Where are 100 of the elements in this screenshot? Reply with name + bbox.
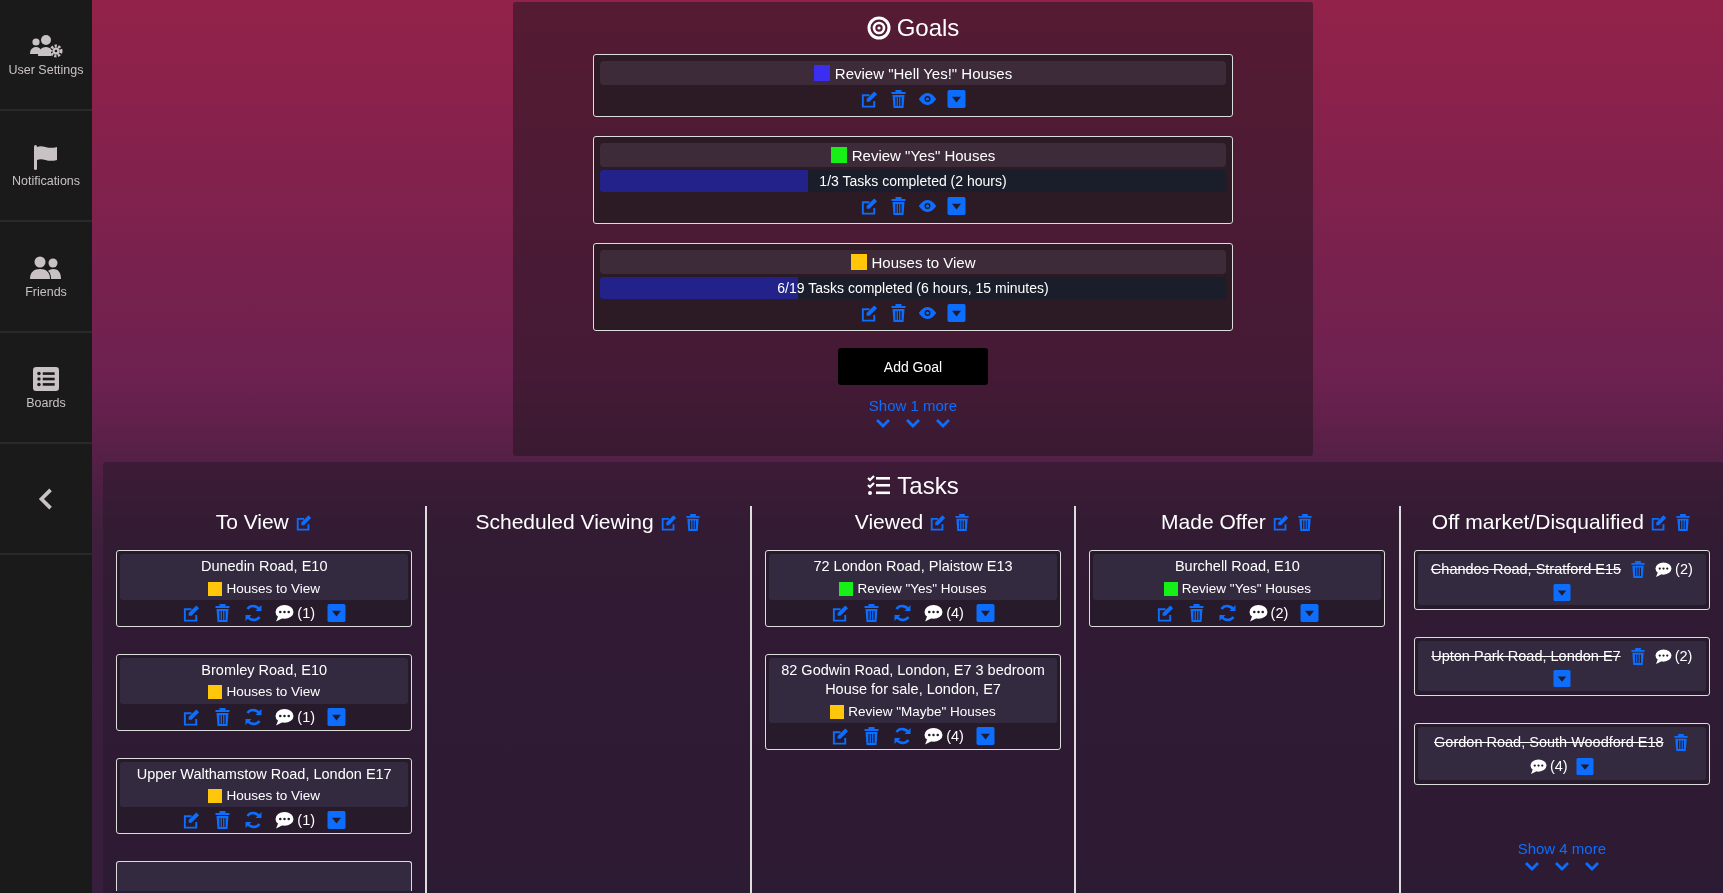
sidebar-item[interactable]: Friends xyxy=(0,222,92,333)
edit-icon[interactable] xyxy=(831,727,851,746)
dropdown-icon[interactable] xyxy=(975,727,995,746)
edit-icon[interactable] xyxy=(1155,603,1175,622)
chevron-down-icon[interactable] xyxy=(1583,861,1600,872)
comment-icon[interactable] xyxy=(1529,758,1547,774)
comment-icon[interactable] xyxy=(1654,648,1672,664)
edit-icon[interactable] xyxy=(860,197,879,215)
comment-count: (1) xyxy=(297,604,316,621)
delete-icon[interactable] xyxy=(1671,734,1690,752)
task-title: 82 Godwin Road, London, E7 3 bedroom House for sale, London, E7 xyxy=(780,660,1046,700)
comment-icon[interactable] xyxy=(1655,562,1673,578)
goal-title: Houses to View xyxy=(600,250,1226,274)
chevron-down-icon[interactable] xyxy=(905,418,921,428)
comment-count: (4) xyxy=(946,728,964,745)
checklist-icon xyxy=(867,474,892,498)
delete-icon[interactable] xyxy=(1673,513,1692,531)
delete-icon[interactable] xyxy=(862,603,882,622)
comment-count: (1) xyxy=(297,708,316,725)
goal-label: Houses to View xyxy=(226,787,320,806)
delete-icon[interactable] xyxy=(1295,513,1314,531)
goal-title: Review "Yes" Houses xyxy=(600,143,1226,167)
delete-icon[interactable] xyxy=(862,727,882,746)
delete-icon[interactable] xyxy=(953,513,972,531)
chevron-down-icon[interactable] xyxy=(1523,861,1540,872)
dropdown-icon[interactable] xyxy=(327,811,347,830)
goals-title: Goals xyxy=(896,14,960,42)
chevron-down-icon[interactable] xyxy=(935,418,951,428)
edit-icon[interactable] xyxy=(659,513,678,531)
sidebar-item[interactable]: Notifications xyxy=(0,111,92,222)
dropdown-icon[interactable] xyxy=(1552,670,1571,688)
delete-icon[interactable] xyxy=(889,90,908,108)
dropdown-icon[interactable] xyxy=(1552,583,1571,601)
delete-icon[interactable] xyxy=(1629,561,1648,579)
goal-label: Houses to View xyxy=(226,683,320,702)
task-title: 72 London Road, Plaistow E13 xyxy=(813,557,1013,576)
dropdown-icon[interactable] xyxy=(947,304,966,322)
goal-label: Houses to View xyxy=(226,579,320,598)
column-title: Made Offer xyxy=(1161,510,1266,534)
edit-icon[interactable] xyxy=(929,513,948,531)
dropdown-icon[interactable] xyxy=(975,603,995,622)
edit-icon[interactable] xyxy=(182,811,202,830)
refresh-icon[interactable] xyxy=(893,727,913,746)
edit-icon[interactable] xyxy=(182,707,202,726)
column-title: Scheduled Viewing xyxy=(475,510,654,534)
task-title: Upper Walthamstow Road, London E17 xyxy=(136,764,392,784)
tasks-title: Tasks xyxy=(897,472,959,500)
edit-icon[interactable] xyxy=(860,90,879,108)
column-title: Off market/Disqualified xyxy=(1431,510,1644,534)
goal-label: Review "Yes" Houses xyxy=(1181,579,1311,598)
sidebar-item[interactable]: Boards xyxy=(0,333,92,444)
progress-text: 6/19 Tasks completed (6 hours, 15 minutes) xyxy=(777,280,1049,296)
eye-icon[interactable] xyxy=(918,90,937,108)
dropdown-icon[interactable] xyxy=(947,197,966,215)
refresh-icon[interactable] xyxy=(244,603,264,622)
comment-count: (4) xyxy=(1549,756,1568,776)
task-title: Bromley Road, E10 xyxy=(201,660,328,680)
edit-icon[interactable] xyxy=(1271,513,1290,531)
delete-icon[interactable] xyxy=(889,304,908,322)
eye-icon[interactable] xyxy=(918,304,937,322)
refresh-icon[interactable] xyxy=(893,603,913,622)
refresh-icon[interactable] xyxy=(244,707,264,726)
delete-icon[interactable] xyxy=(213,707,233,726)
chevron-down-icon[interactable] xyxy=(1553,861,1570,872)
dropdown-icon[interactable] xyxy=(947,90,966,108)
comment-icon[interactable] xyxy=(1248,603,1268,622)
edit-icon[interactable] xyxy=(294,513,313,531)
delete-icon[interactable] xyxy=(1628,647,1647,665)
delete-icon[interactable] xyxy=(213,811,233,830)
comment-icon[interactable] xyxy=(275,603,295,622)
target-icon xyxy=(866,16,891,40)
dropdown-icon[interactable] xyxy=(1575,757,1594,775)
dropdown-icon[interactable] xyxy=(327,707,347,726)
delete-icon[interactable] xyxy=(683,513,702,531)
show-more-link[interactable]: Show 4 more xyxy=(1517,840,1606,858)
comment-count: (2) xyxy=(1270,604,1289,621)
comment-icon[interactable] xyxy=(275,707,295,726)
edit-icon[interactable] xyxy=(1649,513,1668,531)
add-goal-button[interactable]: Add Goal xyxy=(838,348,988,385)
refresh-icon[interactable] xyxy=(1217,603,1237,622)
comment-icon[interactable] xyxy=(924,727,944,746)
comment-count: (1) xyxy=(297,812,316,829)
eye-icon[interactable] xyxy=(918,197,937,215)
chevron-left-icon xyxy=(38,486,54,511)
edit-icon[interactable] xyxy=(860,304,879,322)
delete-icon[interactable] xyxy=(213,603,233,622)
dropdown-icon[interactable] xyxy=(1300,603,1320,622)
delete-icon[interactable] xyxy=(889,197,908,215)
comment-icon[interactable] xyxy=(924,603,944,622)
task-title: Gordon Road, South Woodford E18 xyxy=(1434,733,1664,753)
edit-icon[interactable] xyxy=(831,603,851,622)
refresh-icon[interactable] xyxy=(244,811,264,830)
sidebar-item[interactable]: User Settings xyxy=(0,0,92,111)
comment-count: (4) xyxy=(946,604,964,621)
dropdown-icon[interactable] xyxy=(327,603,347,622)
comment-count: (2) xyxy=(1674,646,1693,666)
task-title: Chandos Road, Stratford E15 xyxy=(1430,560,1622,579)
comment-icon[interactable] xyxy=(275,811,295,830)
edit-icon[interactable] xyxy=(182,603,202,622)
chevron-down-icon[interactable] xyxy=(875,418,891,428)
